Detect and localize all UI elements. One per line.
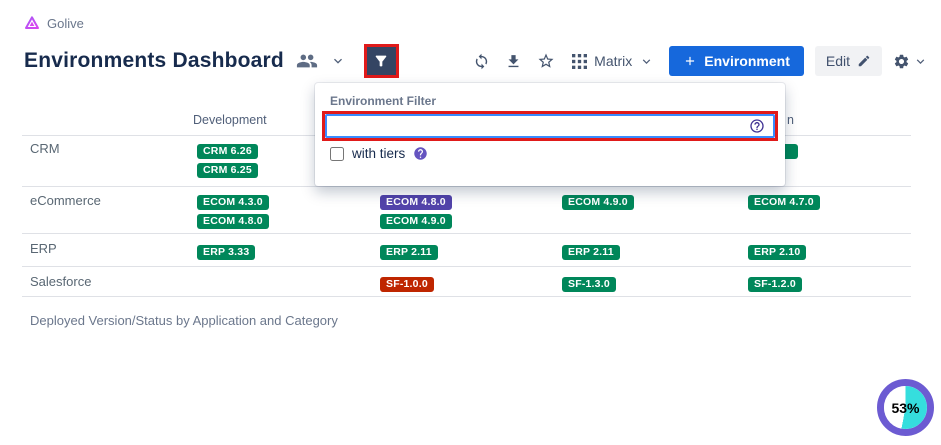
environment-filter-label: Environment Filter <box>330 94 436 108</box>
deployment-badge[interactable]: ECOM 4.8.0 <box>380 195 452 210</box>
deployment-badge[interactable]: ECOM 4.9.0 <box>380 214 452 229</box>
application-row-label: CRM <box>30 141 60 156</box>
row-separator <box>22 186 911 187</box>
deployment-badge[interactable]: SF-1.0.0 <box>380 277 434 292</box>
row-separator <box>22 233 911 234</box>
input-highlight-annotation-box <box>322 111 778 141</box>
column-header-fragment: n <box>787 113 794 127</box>
deployment-badge[interactable]: CRM 6.26 <box>197 144 258 159</box>
with-tiers-checkbox[interactable] <box>330 147 344 161</box>
deployment-badge[interactable]: ERP 3.33 <box>197 245 255 260</box>
row-separator <box>22 296 911 297</box>
row-separator <box>22 266 911 267</box>
application-row-label: ERP <box>30 241 57 256</box>
progress-percent-label: 53% <box>891 400 919 416</box>
application-row-label: eCommerce <box>30 193 101 208</box>
with-tiers-help-icon[interactable] <box>413 146 428 161</box>
environments-matrix: Deployed Version/Status by Application a… <box>0 0 941 445</box>
application-row-label: Salesforce <box>30 274 91 289</box>
deployment-badge[interactable]: ECOM 4.3.0 <box>197 195 269 210</box>
environment-filter-panel: Environment Filter with tiers <box>315 83 785 186</box>
deployment-badge[interactable]: SF-1.3.0 <box>562 277 616 292</box>
deployment-badge[interactable]: ERP 2.11 <box>562 245 620 260</box>
matrix-caption: Deployed Version/Status by Application a… <box>30 313 338 328</box>
deployment-badge[interactable]: ERP 2.11 <box>380 245 438 260</box>
filter-syntax-help-icon[interactable] <box>749 118 765 134</box>
deployment-badge[interactable]: CRM 6.25 <box>197 163 258 178</box>
task-progress-indicator: 53% <box>877 379 934 436</box>
deployment-badge[interactable]: ECOM 4.8.0 <box>197 214 269 229</box>
column-header: Development <box>193 113 267 127</box>
deployment-badge[interactable]: ERP 2.10 <box>748 245 806 260</box>
with-tiers-label: with tiers <box>352 146 405 161</box>
deployment-badge[interactable]: SF-1.2.0 <box>748 277 802 292</box>
environment-filter-input[interactable] <box>325 114 775 138</box>
deployment-badge[interactable]: ECOM 4.9.0 <box>562 195 634 210</box>
deployment-badge[interactable]: ECOM 4.7.0 <box>748 195 820 210</box>
